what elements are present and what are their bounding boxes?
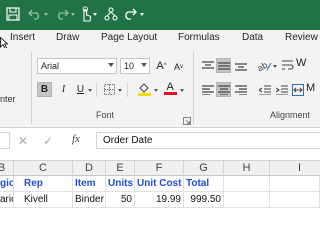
cell-empty[interactable] [224, 176, 270, 192]
borders-dropdown-icon[interactable] [118, 89, 122, 92]
redo-alt-icon[interactable] [123, 7, 137, 20]
tab-data[interactable]: Data [242, 32, 263, 43]
name-box[interactable] [0, 132, 10, 149]
underline-dropdown-icon[interactable] [88, 89, 92, 92]
bold-button[interactable]: B [37, 82, 52, 97]
cell-rep[interactable]: Kivell [14, 192, 73, 208]
format-painter-label[interactable]: inter [0, 94, 16, 104]
column-header-h[interactable]: H [224, 161, 270, 176]
cell-total-header[interactable]: Total [184, 176, 224, 192]
underline-button[interactable]: U [73, 82, 88, 97]
column-header-c[interactable]: C [14, 161, 73, 176]
cell-empty[interactable] [270, 192, 320, 208]
sheet-grid: gion Rep Item Units Unit Cost Total ario… [0, 176, 320, 208]
save-icon[interactable] [6, 7, 20, 21]
column-header-e[interactable]: E [106, 161, 135, 176]
redo-icon[interactable] [55, 8, 69, 20]
increase-font-size-icon[interactable]: A ^ [154, 58, 169, 73]
cell-region-header[interactable]: gion [0, 176, 14, 192]
title-bar [0, 0, 320, 30]
font-name-combo[interactable]: Arial [37, 58, 117, 74]
cancel-entry-icon[interactable]: ✕ [18, 134, 28, 148]
group-separator [31, 52, 32, 124]
column-header-i[interactable]: I [270, 161, 320, 176]
insert-function-icon[interactable]: fx [72, 133, 80, 145]
cell-units-header[interactable]: Units [106, 176, 135, 192]
cell-unit-cost-header[interactable]: Unit Cost [135, 176, 184, 192]
borders-icon[interactable] [102, 82, 117, 97]
align-center-icon[interactable] [216, 82, 231, 97]
font-name-value: Arial [41, 61, 60, 71]
formula-input[interactable]: Order Date [96, 132, 320, 149]
button-separator [127, 83, 128, 97]
font-size-value: 10 [124, 61, 135, 71]
cell-empty[interactable] [270, 176, 320, 192]
cell-units[interactable]: 50 [106, 192, 135, 208]
font-group-label: Font [96, 110, 115, 120]
svg-text:ab: ab [258, 60, 269, 72]
merge-center-label[interactable]: M [306, 82, 315, 94]
align-top-icon[interactable] [200, 58, 215, 73]
font-color-icon[interactable]: A [163, 80, 178, 95]
tab-formulas[interactable]: Formulas [178, 32, 220, 43]
align-middle-icon[interactable] [216, 58, 231, 73]
column-headers: B C D E F G H I [0, 160, 320, 176]
redo-dropdown-icon[interactable] [71, 13, 75, 16]
cell-item-header[interactable]: Item [73, 176, 106, 192]
svg-text:A: A [167, 81, 175, 93]
decrease-font-size-icon[interactable]: Av [171, 59, 186, 74]
tab-insert[interactable]: Insert [10, 32, 35, 43]
decrease-indent-icon[interactable] [257, 82, 272, 97]
cell-unit-cost[interactable]: 19.99 [135, 192, 184, 208]
align-bottom-icon[interactable] [233, 58, 248, 73]
align-left-icon[interactable] [200, 82, 215, 97]
align-right-icon[interactable] [233, 82, 248, 97]
cell-empty[interactable] [224, 192, 270, 208]
formula-content: Order Date [103, 135, 153, 146]
column-header-d[interactable]: D [73, 161, 106, 176]
fill-color-icon[interactable] [137, 81, 152, 96]
cell-item[interactable]: Binder [73, 192, 106, 208]
customize-toolbar-icon[interactable] [140, 13, 144, 16]
tab-review[interactable]: Review [285, 32, 318, 43]
italic-button[interactable]: I [56, 82, 71, 97]
ribbon: inter Arial 10 A^ Av B I U A Font ab [0, 48, 320, 128]
orientation-icon[interactable]: ab [257, 58, 272, 73]
column-header-b[interactable]: B [0, 161, 14, 176]
cell-rep-header[interactable]: Rep [14, 176, 73, 192]
font-size-combo[interactable]: 10 [120, 58, 150, 74]
chevron-down-icon[interactable] [108, 63, 114, 67]
touch-dropdown-icon[interactable] [93, 13, 97, 16]
touch-mode-icon[interactable] [80, 6, 92, 23]
orientation-dropdown-icon[interactable] [273, 65, 277, 68]
tab-draw[interactable]: Draw [56, 32, 79, 43]
wrap-text-icon[interactable] [282, 58, 294, 76]
fill-color-dropdown-icon[interactable] [154, 89, 158, 92]
chevron-down-icon[interactable] [141, 63, 147, 67]
confirm-entry-icon[interactable]: ✓ [43, 134, 53, 148]
cell-total[interactable]: 999.50 [184, 192, 224, 208]
wrap-text-label[interactable]: W [296, 57, 306, 69]
increase-indent-icon[interactable] [274, 82, 289, 97]
undo-icon[interactable] [28, 8, 42, 20]
alignment-group-label: Alignment [270, 110, 311, 120]
button-separator [96, 83, 97, 97]
column-header-g[interactable]: G [184, 161, 224, 176]
font-color-dropdown-icon[interactable] [180, 89, 184, 92]
shapes-icon[interactable] [104, 7, 118, 21]
ribbon-tab-bar: Insert Draw Page Layout Formulas Data Re… [0, 30, 320, 48]
tab-page-layout[interactable]: Page Layout [101, 32, 157, 43]
undo-dropdown-icon[interactable] [44, 13, 48, 16]
group-separator [193, 52, 194, 124]
column-header-f[interactable]: F [135, 161, 184, 176]
cell-region[interactable]: ario [0, 192, 14, 208]
merge-center-icon[interactable] [292, 83, 304, 101]
